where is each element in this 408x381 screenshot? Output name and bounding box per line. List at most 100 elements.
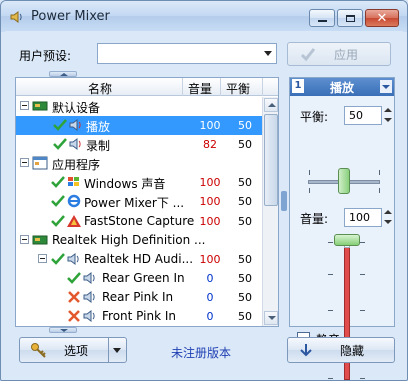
- row-name: 播放: [86, 120, 111, 135]
- volume-spinbox[interactable]: 100: [344, 208, 382, 227]
- minimize-icon: [317, 19, 327, 22]
- row-balance: 50: [238, 290, 252, 304]
- tree-group-default-devices[interactable]: 默认设备: [16, 97, 262, 116]
- row-name: Realtek HD Audi...: [84, 251, 194, 266]
- column-header-name[interactable]: 名称: [88, 80, 112, 97]
- volume-spin-buttons[interactable]: [382, 208, 394, 227]
- row-volume: 100: [199, 252, 221, 266]
- row-balance: 50: [238, 252, 252, 266]
- bottom-resize-grip[interactable]: [49, 327, 77, 333]
- maximize-icon: [345, 14, 355, 22]
- speaker-icon: [83, 271, 95, 284]
- close-button[interactable]: ✕: [365, 9, 399, 27]
- row-balance: 50: [238, 138, 252, 152]
- column-header-balance[interactable]: 平衡: [226, 80, 250, 97]
- channel-title: 播放: [329, 81, 354, 95]
- spin-down-icon[interactable]: [382, 218, 394, 227]
- row-volume: 82: [203, 138, 217, 152]
- scroll-down-icon[interactable]: [264, 311, 278, 325]
- balance-label: 平衡:: [300, 110, 329, 124]
- row-volume: 100: [199, 119, 221, 133]
- preset-label: 用户预设:: [19, 49, 72, 63]
- close-icon: ✕: [376, 10, 388, 26]
- power-mixer-window: Power Mixer ✕ 用户预设: 应用 名称 音量 平衡 默认设备 播放 …: [0, 0, 408, 381]
- table-body: 默认设备 播放 100 50 录制 82 50 应用程序 Windows 声音 …: [16, 97, 262, 326]
- spin-up-icon[interactable]: [382, 208, 394, 217]
- balance-slider-thumb[interactable]: [338, 168, 350, 194]
- row-name: 应用程序: [52, 158, 101, 173]
- speaker-icon: [10, 11, 22, 23]
- scroll-thumb[interactable]: [264, 114, 278, 206]
- windows-logo-icon: [68, 177, 79, 187]
- collapse-icon[interactable]: [20, 101, 29, 110]
- spin-up-icon[interactable]: [382, 106, 394, 115]
- chevron-down-icon: [264, 51, 272, 56]
- faststone-capture-icon: [67, 214, 81, 227]
- row-balance: 50: [238, 271, 252, 285]
- column-header-volume[interactable]: 音量: [188, 80, 212, 97]
- row-volume: 100: [199, 214, 221, 228]
- chevron-down-icon[interactable]: [380, 80, 392, 93]
- volume-slider-thumb[interactable]: [334, 234, 360, 246]
- minimize-button[interactable]: [309, 9, 335, 27]
- speaker-icon: [69, 119, 81, 132]
- volume-label: 音量:: [300, 212, 329, 226]
- scroll-up-icon[interactable]: [264, 98, 278, 112]
- unregistered-version-link[interactable]: 未注册版本: [171, 344, 231, 361]
- maximize-button[interactable]: [337, 9, 363, 27]
- row-name: Realtek High Definition ...: [52, 232, 206, 247]
- chevron-down-icon: [113, 348, 121, 353]
- table-row-rear-green-in[interactable]: Rear Green In 0 50: [16, 269, 262, 288]
- channel-header[interactable]: 1 播放: [290, 78, 394, 96]
- apply-button[interactable]: 应用: [287, 42, 391, 66]
- row-name: Windows 声音: [84, 177, 166, 192]
- spin-down-icon[interactable]: [382, 116, 394, 125]
- table-row-windows-sounds[interactable]: Windows 声音 100 50: [16, 173, 262, 192]
- application-window-icon: [32, 156, 48, 170]
- sound-card-icon: [32, 235, 48, 245]
- main-content: 用户预设: 应用 名称 音量 平衡 默认设备 播放 100 50 录制 82 5…: [5, 31, 403, 380]
- apply-label: 应用: [334, 47, 359, 62]
- checkmark-icon: [51, 252, 65, 265]
- speaker-icon: [69, 138, 81, 151]
- row-name: FastStone Capture: [84, 213, 195, 228]
- title-bar[interactable]: Power Mixer ✕: [1, 1, 407, 31]
- collapse-icon[interactable]: [20, 158, 29, 168]
- hide-label: 隐藏: [340, 343, 365, 358]
- options-dropdown[interactable]: [108, 338, 126, 362]
- table-row-power-mixer[interactable]: Power Mixer下 ... 100 50: [16, 192, 262, 211]
- column-separator: [262, 78, 263, 96]
- table-row-recording[interactable]: 录制 82 50: [16, 135, 262, 154]
- tree-group-realtek[interactable]: Realtek High Definition ...: [16, 231, 262, 250]
- panel-splitter[interactable]: [281, 191, 287, 211]
- checkmark-icon: [300, 48, 316, 62]
- table-row-playback[interactable]: 播放 100 50: [16, 116, 262, 136]
- key-icon: [31, 343, 46, 358]
- row-balance: 50: [238, 176, 252, 190]
- preset-dropdown[interactable]: [97, 43, 277, 64]
- column-separator: [220, 78, 221, 96]
- collapse-icon[interactable]: [20, 234, 29, 244]
- options-label: 选项: [64, 343, 89, 358]
- table-row-front-pink-in[interactable]: Front Pink In 0 50: [16, 307, 262, 326]
- vertical-scrollbar[interactable]: [262, 97, 278, 326]
- row-name: 默认设备: [52, 101, 101, 115]
- balance-spinbox[interactable]: 50: [344, 106, 382, 125]
- hide-button[interactable]: 隐藏: [287, 337, 395, 363]
- balance-spin-buttons[interactable]: [382, 106, 394, 125]
- sound-card-icon: [32, 101, 48, 111]
- row-balance: 50: [238, 214, 252, 228]
- row-name: 录制: [86, 139, 111, 154]
- table-row-faststone-capture[interactable]: FastStone Capture 100 50: [16, 212, 262, 231]
- channel-control-panel: 1 播放 平衡: 50 音量: 100: [289, 77, 395, 380]
- table-row-rear-pink-in[interactable]: Rear Pink In 0 50: [16, 288, 262, 307]
- row-volume: 0: [206, 310, 214, 324]
- row-volume: 0: [206, 290, 214, 304]
- table-row-realtek-hd-audio[interactable]: Realtek HD Audi... 100 50: [16, 250, 262, 269]
- options-button[interactable]: 选项: [19, 337, 127, 363]
- row-volume: 100: [199, 176, 221, 190]
- collapse-icon[interactable]: [38, 253, 47, 263]
- tree-group-applications[interactable]: 应用程序: [16, 154, 262, 173]
- checkmark-icon: [67, 272, 81, 284]
- cross-icon: [68, 310, 80, 322]
